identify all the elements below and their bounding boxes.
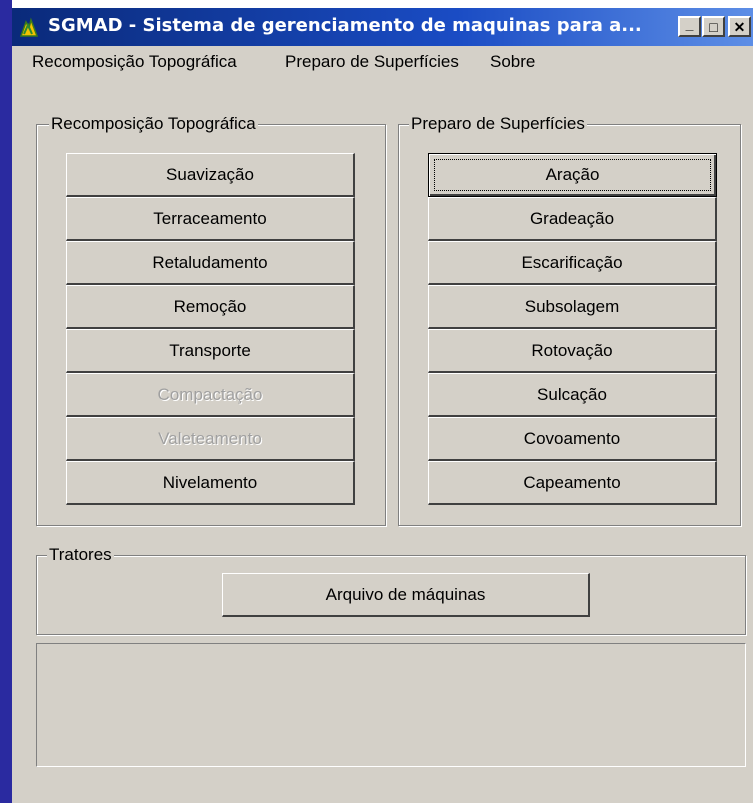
preparo-button-1[interactable]: Aração [428,153,717,197]
app-icon[interactable] [18,16,40,38]
recomposicao-button-3[interactable]: Retaludamento [66,241,355,285]
info-panel [36,643,746,767]
preparo-button-label: Covoamento [523,428,621,448]
recomposicao-button-1[interactable]: Suavização [66,153,355,197]
preparo-button-4[interactable]: Subsolagem [428,285,717,329]
maximize-button[interactable]: □ [702,16,725,37]
app-window: SGMAD - Sistema de gerenciamento de maqu… [0,0,753,803]
recomposicao-button-label: Remoção [173,296,247,316]
recomposicao-button-label: Retaludamento [152,252,268,272]
window-title: SGMAD - Sistema de gerenciamento de maqu… [48,15,642,36]
recomposicao-button-5[interactable]: Transporte [66,329,355,373]
recomposicao-button-4[interactable]: Remoção [66,285,355,329]
arquivo-maquinas-button[interactable]: Arquivo de máquinas [222,573,590,617]
group-tratores-label: Tratores [47,545,114,565]
preparo-button-8[interactable]: Capeamento [428,461,717,505]
preparo-button-label: Capeamento [523,472,621,492]
maximize-icon: □ [709,18,718,35]
close-button[interactable]: ✕ [728,16,751,37]
minimize-icon: _ [685,15,694,32]
recomposicao-button-2[interactable]: Terraceamento [66,197,355,241]
recomposicao-button-label: Suavização [166,164,254,184]
group-preparo-label: Preparo de Superfícies [409,114,587,134]
window-left-border [0,0,12,803]
menu-bar: Recomposição Topográfica Preparo de Supe… [12,46,753,80]
group-recomposicao-label: Recomposição Topográfica [49,114,258,134]
preparo-button-label: Escarificação [521,252,623,272]
recomposicao-button-8[interactable]: Nivelamento [66,461,355,505]
preparo-button-7[interactable]: Covoamento [428,417,717,461]
title-bar[interactable]: SGMAD - Sistema de gerenciamento de maqu… [12,8,753,46]
preparo-button-label: Rotovação [531,340,613,360]
preparo-button-label: Sulcação [537,384,607,404]
recomposicao-button-label: Compactação [157,384,263,404]
preparo-button-label: Gradeação [529,208,615,228]
recomposicao-button-label: Transporte [169,340,251,360]
menu-recomposicao[interactable]: Recomposição Topográfica [32,52,237,72]
client-area: Recomposição Topográfica Preparo de Supe… [12,46,753,803]
preparo-button-5[interactable]: Rotovação [428,329,717,373]
recomposicao-button-label: Valeteamento [158,428,262,448]
menu-preparo[interactable]: Preparo de Superfícies [285,52,459,72]
minimize-button[interactable]: _ [678,16,701,37]
preparo-button-6[interactable]: Sulcação [428,373,717,417]
preparo-button-label: Subsolagem [524,296,620,316]
close-icon: ✕ [733,18,746,35]
preparo-button-2[interactable]: Gradeação [428,197,717,241]
recomposicao-button-label: Nivelamento [162,472,258,492]
menu-sobre[interactable]: Sobre [490,52,535,72]
preparo-button-3[interactable]: Escarificação [428,241,717,285]
recomposicao-button-7[interactable]: Valeteamento [66,417,355,461]
recomposicao-button-6[interactable]: Compactação [66,373,355,417]
focus-rectangle [434,159,711,191]
recomposicao-button-label: Terraceamento [153,208,267,228]
